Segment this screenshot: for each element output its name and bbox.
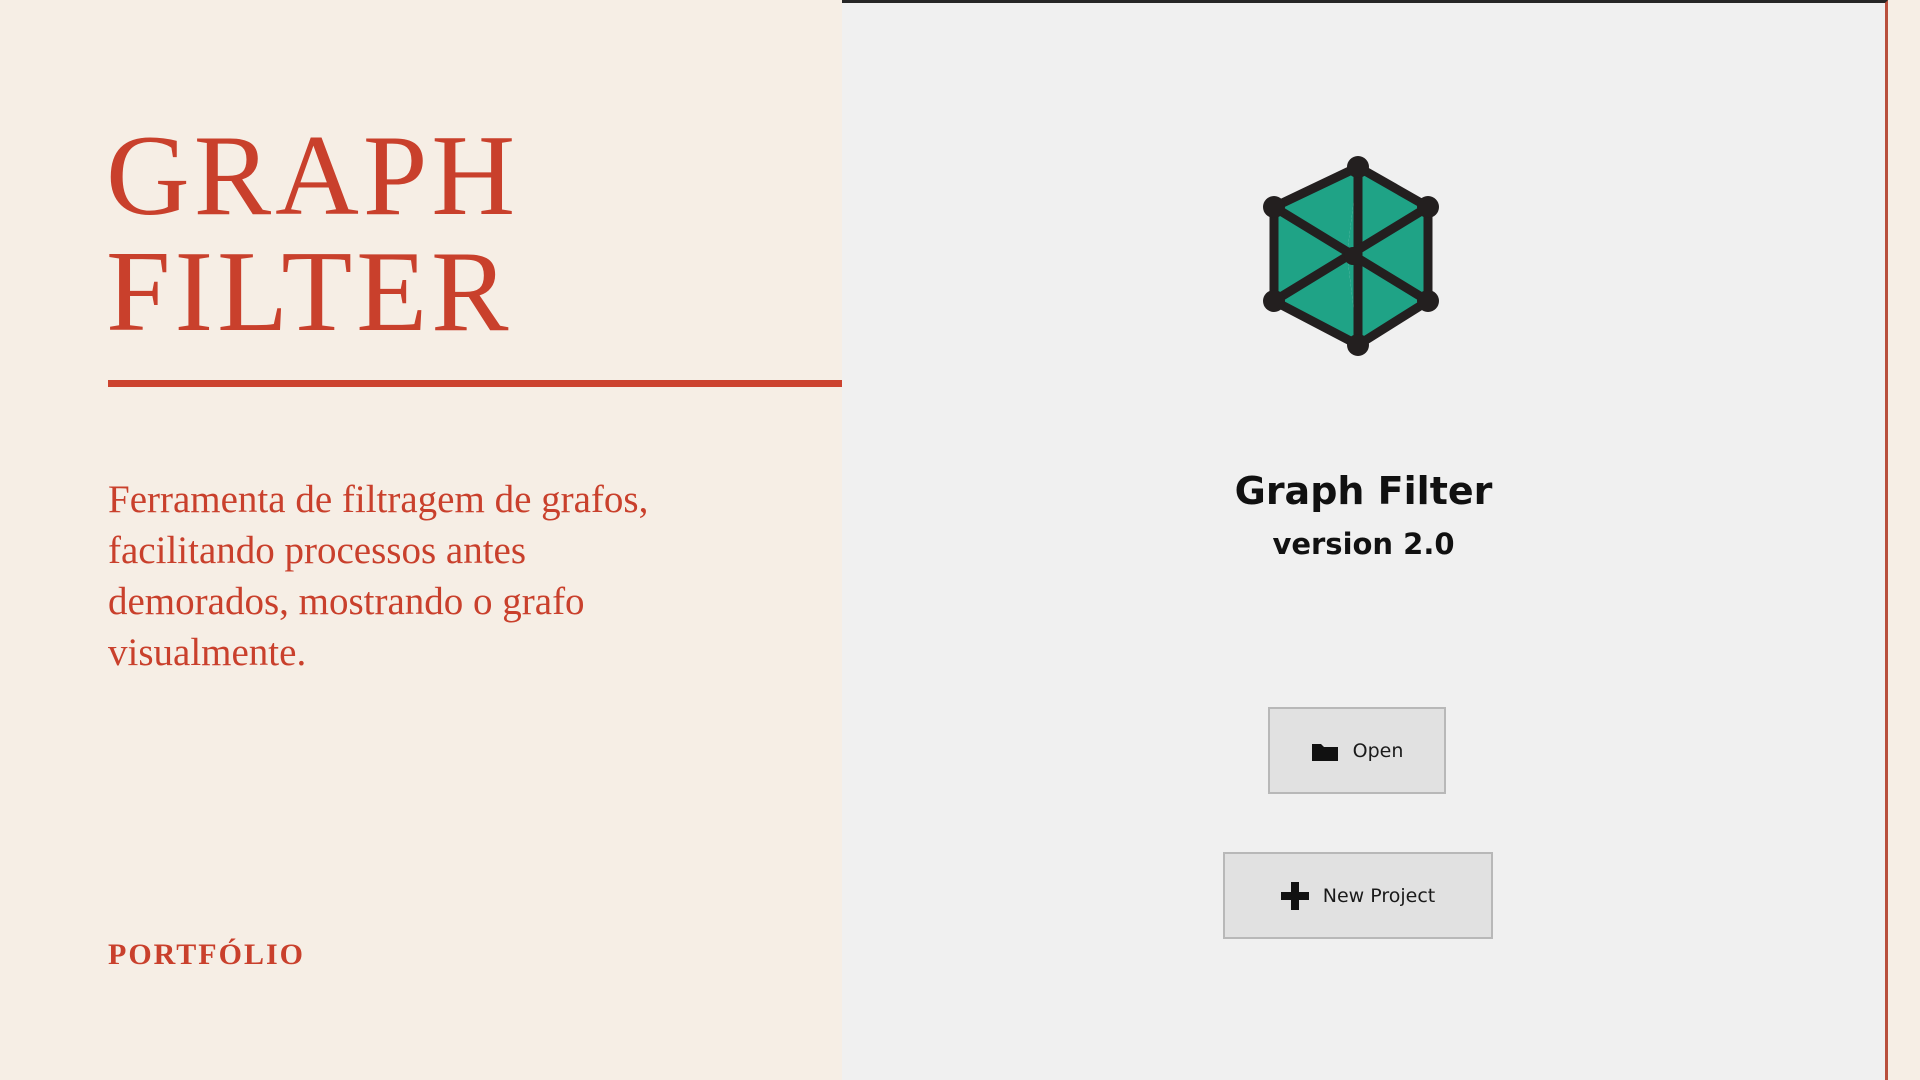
app-name: Graph Filter	[1234, 469, 1493, 513]
slide-left-panel: GRAPH FILTER Ferramenta de filtragem de …	[0, 0, 928, 1080]
hexagon-graph-icon	[1263, 156, 1439, 356]
open-button-label: Open	[1352, 739, 1404, 762]
app-version: version 2.0	[1272, 527, 1455, 561]
slide-title-line1: GRAPH	[106, 112, 520, 240]
portfolio-label: PORTFÓLIO	[108, 938, 305, 971]
slide-description: Ferramenta de filtragem de grafos, facil…	[108, 478, 649, 674]
app-screenshot-window: Graph Filter version 2.0 Open New Projec…	[842, 0, 1888, 1080]
new-project-button[interactable]: New Project	[1223, 852, 1493, 939]
folder-icon	[1311, 740, 1339, 762]
slide-title-line2: FILTER	[106, 228, 513, 356]
new-project-button-label: New Project	[1322, 884, 1436, 907]
plus-icon	[1280, 881, 1309, 910]
slide-title: GRAPH FILTER	[106, 118, 519, 350]
open-button[interactable]: Open	[1268, 707, 1446, 794]
title-divider	[108, 380, 928, 387]
